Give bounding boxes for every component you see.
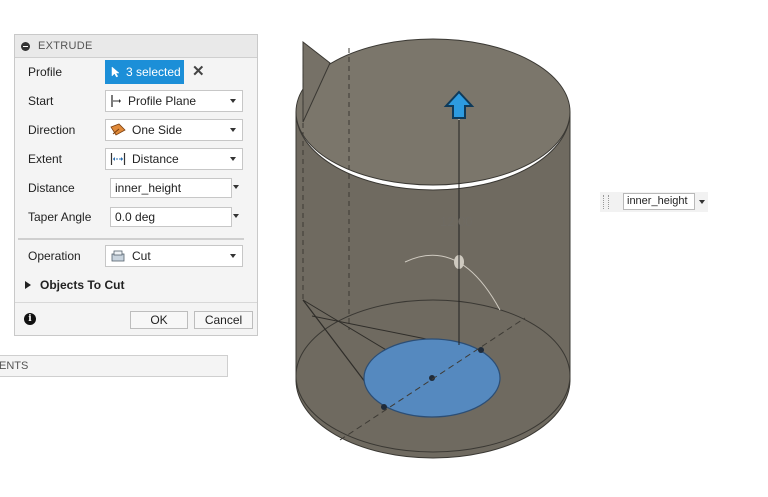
taper-angle-row: Taper Angle 0.0 deg [15, 204, 257, 230]
distance-row: Distance inner_height [15, 175, 257, 201]
cut-icon [111, 250, 125, 262]
cursor-icon [111, 66, 120, 78]
operation-row: Operation Cut [15, 243, 257, 269]
direction-label: Direction [28, 123, 76, 137]
cancel-button[interactable]: Cancel [194, 311, 253, 329]
drag-grip-icon[interactable] [603, 195, 609, 209]
start-row: Start Profile Plane [15, 88, 257, 114]
divider [18, 238, 244, 240]
taper-chevron-down-icon[interactable] [233, 214, 239, 218]
distance-label: Distance [28, 181, 75, 195]
profile-plane-icon [111, 95, 121, 107]
extent-label: Extent [28, 152, 63, 166]
taper-angle-label: Taper Angle [28, 210, 92, 224]
objects-to-cut-label: Objects To Cut [40, 278, 125, 292]
start-dropdown[interactable]: Profile Plane [105, 90, 243, 112]
direction-dropdown[interactable]: One Side [105, 119, 243, 141]
operation-value: Cut [132, 249, 151, 263]
start-label: Start [28, 94, 54, 108]
expand-triangle-icon [25, 281, 31, 289]
cylinder-top-face[interactable] [295, 38, 571, 186]
panel-title: EXTRUDE [38, 40, 93, 52]
panel-header[interactable]: EXTRUDE [15, 35, 257, 58]
browser-panel-header[interactable]: ENTS [0, 355, 228, 377]
profile-selection-count: 3 selected [126, 65, 181, 79]
profile-label: Profile [28, 65, 63, 79]
clear-selection-icon[interactable]: ✕ [192, 62, 205, 80]
distance-chevron-down-icon[interactable] [233, 185, 239, 189]
chevron-down-icon [230, 128, 236, 132]
extrude-panel: EXTRUDE Profile 3 selected ✕ Start Profi… [14, 34, 258, 336]
chevron-down-icon [230, 157, 236, 161]
one-side-icon [110, 123, 126, 136]
panel-footer: i OK Cancel [15, 302, 257, 337]
start-value: Profile Plane [128, 94, 197, 108]
collapse-icon[interactable] [21, 41, 30, 51]
extent-row: Extent Distance [15, 146, 257, 172]
taper-angle-input[interactable]: 0.0 deg [110, 207, 232, 227]
objects-to-cut-toggle[interactable]: Objects To Cut [25, 278, 124, 292]
chevron-down-icon [230, 99, 236, 103]
floating-distance-field: inner_height [600, 192, 708, 212]
distance-icon [110, 153, 126, 165]
extent-dropdown[interactable]: Distance [105, 148, 243, 170]
info-icon[interactable]: i [24, 313, 36, 325]
direction-row: Direction One Side [15, 117, 257, 143]
operation-dropdown[interactable]: Cut [105, 245, 243, 267]
profile-selection-button[interactable]: 3 selected [105, 60, 184, 84]
dimension-label[interactable]: 12.00 [440, 214, 473, 229]
extent-value: Distance [132, 152, 179, 166]
operation-label: Operation [28, 249, 81, 263]
distance-input[interactable]: inner_height [110, 178, 232, 198]
floating-distance-input[interactable]: inner_height [623, 193, 695, 210]
direction-value: One Side [132, 123, 183, 137]
chevron-down-icon[interactable] [699, 200, 705, 204]
chevron-down-icon [230, 254, 236, 258]
ok-button[interactable]: OK [130, 311, 188, 329]
profile-row: Profile 3 selected ✕ [15, 59, 257, 85]
